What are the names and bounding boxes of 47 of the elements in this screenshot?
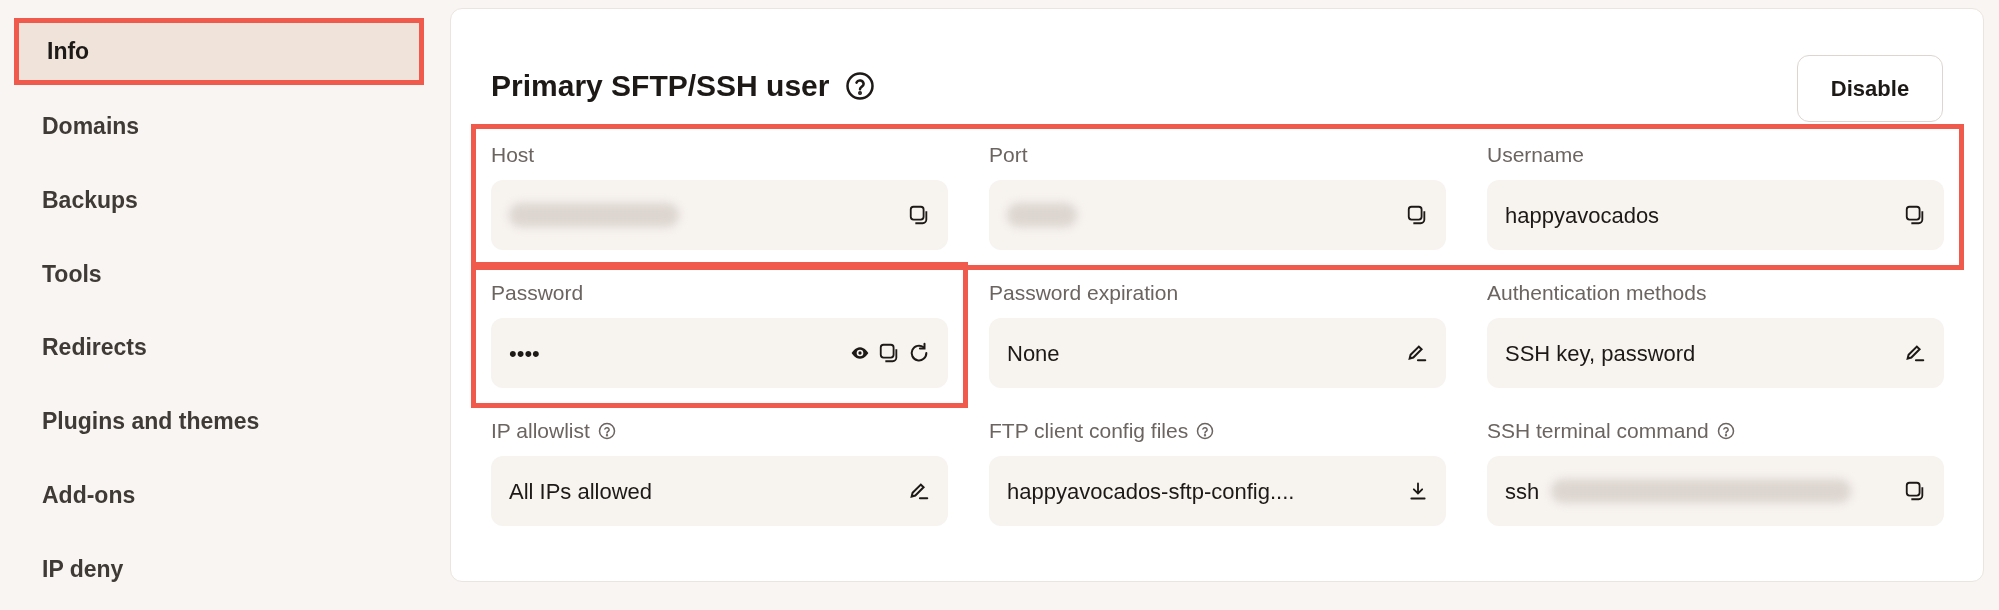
copy-icon[interactable] — [908, 204, 930, 226]
field-value: SSH key, password — [1505, 339, 1696, 368]
field-label: IP allowlist — [491, 418, 590, 445]
sidebar-item[interactable]: Add-ons — [14, 462, 424, 530]
pencil-icon[interactable] — [1406, 342, 1428, 364]
field-value: happyavocados — [1505, 201, 1660, 230]
field-value: None — [1007, 339, 1060, 368]
field-label: SSH terminal command — [1487, 418, 1709, 445]
pencil-icon[interactable] — [908, 480, 930, 502]
refresh-icon[interactable] — [908, 342, 930, 364]
field-label: Password expiration — [989, 280, 1179, 307]
field[interactable]: happyavocados-sftp-config.... — [989, 456, 1446, 526]
panel-title: Primary SFTP/SSH user — [491, 68, 830, 104]
sidebar-item[interactable]: IP deny — [14, 536, 424, 604]
help-icon[interactable] — [845, 70, 876, 101]
copy-icon[interactable] — [1904, 480, 1926, 502]
sidebar-item[interactable]: Plugins and themes — [14, 388, 424, 456]
field[interactable]: happyavocados — [1487, 180, 1944, 250]
field-value: happyavocados-sftp-config.... — [1007, 477, 1295, 506]
field-label: Password — [491, 280, 584, 307]
copy-icon[interactable] — [878, 342, 900, 364]
field[interactable]: None — [989, 318, 1446, 388]
field[interactable]: SSH key, password — [1487, 318, 1944, 388]
eye-icon[interactable] — [850, 345, 870, 361]
field-label: Port — [989, 142, 1028, 169]
field[interactable]: •••• — [491, 318, 948, 388]
sidebar-item[interactable]: Info — [14, 18, 424, 86]
field-value: ssh — [1505, 477, 1540, 506]
copy-icon[interactable] — [1904, 204, 1926, 226]
field-label: Authentication methods — [1487, 280, 1707, 307]
field-label: Username — [1487, 142, 1584, 169]
field[interactable]: All IPs allowed — [491, 456, 948, 526]
sidebar-item[interactable]: Backups — [14, 166, 424, 234]
field-label: FTP client config files — [989, 418, 1189, 445]
sidebar-item[interactable]: Redirects — [14, 314, 424, 382]
field[interactable] — [989, 180, 1446, 250]
copy-icon[interactable] — [1406, 204, 1428, 226]
field-value: •••• — [509, 339, 540, 368]
field-label: Host — [491, 142, 535, 169]
field-value: All IPs allowed — [509, 477, 653, 506]
sidebar-item[interactable]: Tools — [14, 240, 424, 308]
sidebar-item[interactable]: Domains — [14, 92, 424, 160]
pencil-icon[interactable] — [1904, 342, 1926, 364]
download-icon[interactable] — [1408, 480, 1428, 502]
field[interactable] — [491, 180, 948, 250]
disable-button[interactable]: Disable — [1797, 55, 1943, 122]
field[interactable]: ssh — [1487, 456, 1944, 526]
